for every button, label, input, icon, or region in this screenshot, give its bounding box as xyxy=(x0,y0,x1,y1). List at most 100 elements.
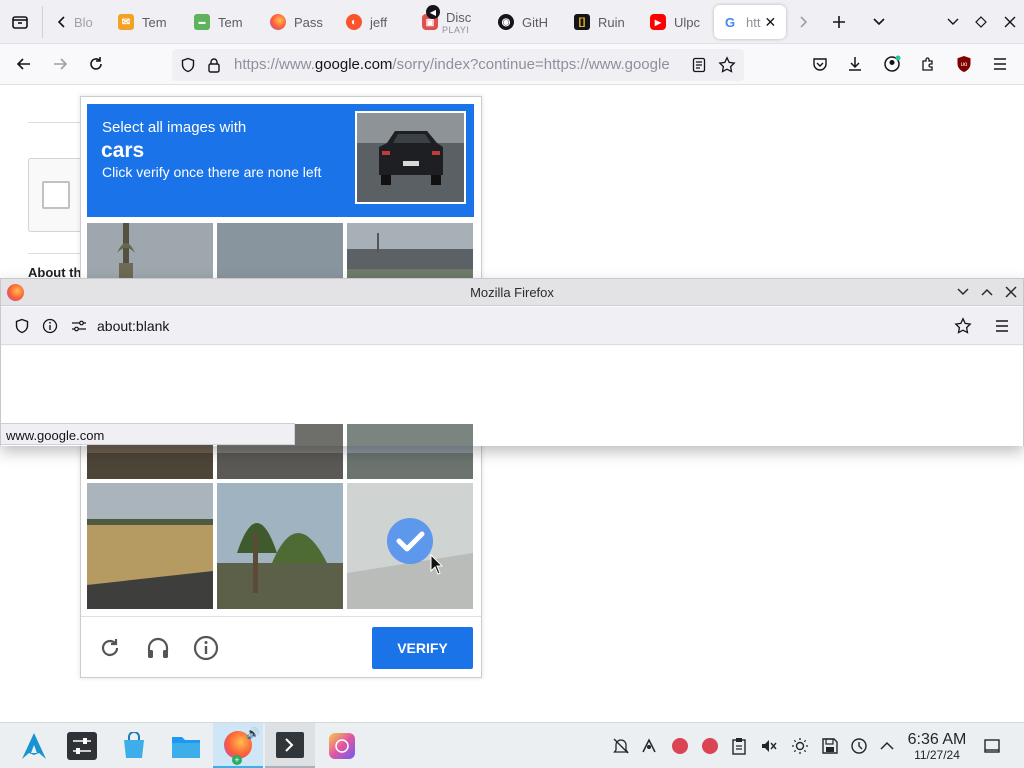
forward-button[interactable] xyxy=(45,49,75,79)
plus-icon xyxy=(833,16,845,28)
tab-ruin[interactable]: [] Ruin xyxy=(566,5,632,39)
notifications-muted-icon[interactable] xyxy=(610,735,632,757)
info-icon[interactable] xyxy=(42,318,58,337)
tab-overview-button[interactable] xyxy=(5,7,35,37)
new-tab-button[interactable] xyxy=(824,7,854,37)
file-manager-button[interactable] xyxy=(162,723,210,768)
target-object: cars xyxy=(101,139,145,162)
tab-playing-label: PLAYI xyxy=(442,25,470,35)
address-bar[interactable]: https://www.google.com/sorry/index?conti… xyxy=(172,49,744,81)
clock-time: 6:36 AM xyxy=(907,731,967,748)
window-maximize-button[interactable] xyxy=(966,7,996,37)
popup-titlebar[interactable]: Mozilla Firefox xyxy=(1,279,1023,306)
popup-close-button[interactable] xyxy=(1005,286,1017,301)
app-launcher-button[interactable] xyxy=(10,723,58,768)
color-picker-task-button[interactable] xyxy=(317,723,367,768)
captcha-tile[interactable] xyxy=(217,483,343,609)
folder-tabs-icon xyxy=(12,16,28,29)
captcha-tile-peek[interactable] xyxy=(347,424,473,446)
tab-github[interactable]: ◉ GitH xyxy=(490,5,556,39)
youtube-icon: ▶ xyxy=(650,14,666,30)
system-settings-button[interactable] xyxy=(58,723,106,768)
pocket-button[interactable] xyxy=(805,49,835,79)
tab-temp-mail-2[interactable]: ▬ Tem xyxy=(186,5,252,39)
account-button[interactable] xyxy=(877,49,907,79)
volume-muted-icon[interactable] xyxy=(758,735,780,757)
back-button[interactable] xyxy=(9,49,39,79)
brave-icon: ◐ xyxy=(346,14,362,30)
puzzle-icon xyxy=(922,57,933,71)
clock[interactable]: 6:36 AM 11/27/24 xyxy=(900,731,974,762)
info-icon[interactable] xyxy=(193,635,219,664)
firefox-task-button[interactable]: 🔊 + xyxy=(213,723,263,768)
bookmark-star-icon[interactable] xyxy=(718,56,736,77)
ublock-origin-icon: uo xyxy=(957,56,971,72)
record-indicator-icon[interactable] xyxy=(699,735,721,757)
clock-date: 11/27/24 xyxy=(914,748,960,762)
popup-minimize-button[interactable] xyxy=(956,285,970,302)
captcha-tile-selected[interactable] xyxy=(347,483,473,609)
terminal-task-button[interactable] xyxy=(265,723,315,768)
tab-youtube[interactable]: ▶ Ulpc xyxy=(642,5,708,39)
popup-url-text[interactable]: about:blank xyxy=(97,318,169,334)
popup-maximize-button[interactable] xyxy=(980,285,994,302)
list-all-tabs-button[interactable] xyxy=(864,7,894,37)
expand-tray-icon[interactable] xyxy=(876,735,898,757)
scroll-tabs-right-button[interactable] xyxy=(788,7,818,37)
tab-discord-playing[interactable]: ▣ Disc PLAYI ◀ xyxy=(414,5,480,39)
permissions-icon[interactable] xyxy=(71,319,87,336)
kde-connect-icon[interactable] xyxy=(638,735,660,757)
chevron-up-icon xyxy=(981,288,993,296)
bookmark-star-icon[interactable] xyxy=(954,317,972,338)
show-desktop-icon[interactable] xyxy=(981,735,1003,757)
close-tab-icon[interactable]: ✕ xyxy=(764,14,776,31)
hamburger-menu-icon[interactable] xyxy=(994,319,1010,336)
tab-blog[interactable]: Blo xyxy=(66,5,116,39)
window-minimize-button[interactable] xyxy=(938,7,968,37)
captcha-tile[interactable] xyxy=(87,483,213,609)
downloads-button[interactable] xyxy=(840,49,870,79)
ublock-button[interactable]: uo xyxy=(949,49,979,79)
popup-address-bar[interactable]: about:blank xyxy=(1,307,1023,345)
record-indicator-icon[interactable] xyxy=(669,735,691,757)
clipboard-icon[interactable] xyxy=(728,735,750,757)
tab-label: htt xyxy=(746,14,761,30)
mail-icon: ✉ xyxy=(118,14,134,30)
chevron-right-icon xyxy=(800,16,808,28)
tab-temp-mail-1[interactable]: ✉ Tem xyxy=(110,5,176,39)
tab-google-active[interactable]: G htt ✕ xyxy=(714,5,786,39)
maximize-icon xyxy=(975,16,987,28)
extensions-button[interactable] xyxy=(913,49,943,79)
brightness-icon[interactable] xyxy=(789,735,811,757)
speaker-icon: ◀ xyxy=(426,5,440,19)
reload-icon xyxy=(90,57,102,70)
folder-icon xyxy=(172,737,200,758)
tab-label: Blo xyxy=(74,14,93,30)
terminal-icon xyxy=(276,731,304,758)
reload-challenge-icon[interactable] xyxy=(98,636,122,663)
hint-text: Click verify once there are none left xyxy=(102,164,322,180)
disk-icon[interactable] xyxy=(819,735,841,757)
verify-button[interactable]: VERIFY xyxy=(372,627,473,669)
popup-title: Mozilla Firefox xyxy=(470,285,554,300)
firefox-icon xyxy=(270,14,286,30)
reload-button[interactable] xyxy=(81,49,111,79)
update-icon[interactable] xyxy=(848,735,870,757)
tab-label: Disc xyxy=(446,9,472,25)
google-icon: G xyxy=(722,14,738,30)
minimize-icon xyxy=(947,18,959,25)
url-text[interactable]: https://www.google.com/sorry/index?conti… xyxy=(234,56,674,73)
lock-icon[interactable] xyxy=(207,57,221,76)
tab-pass[interactable]: Pass xyxy=(262,5,328,39)
shield-icon[interactable] xyxy=(14,318,30,337)
tab-jeff[interactable]: ◐ jeff xyxy=(338,5,404,39)
app-menu-button[interactable] xyxy=(985,49,1015,79)
window-close-button[interactable] xyxy=(995,7,1024,37)
discover-store-button[interactable] xyxy=(110,723,158,768)
reader-view-icon[interactable] xyxy=(692,57,706,76)
audio-challenge-icon[interactable] xyxy=(145,635,171,664)
divider xyxy=(28,253,88,254)
recaptcha-checkbox[interactable] xyxy=(42,181,70,209)
shield-icon[interactable] xyxy=(180,57,196,76)
tab-strip: Blo ✉ Tem ▬ Tem Pass ◐ jeff ▣ Disc PLAYI… xyxy=(0,0,1024,44)
